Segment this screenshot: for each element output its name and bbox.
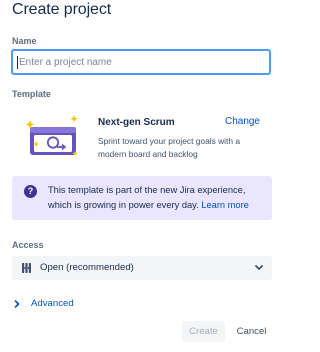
info-message: This template is part of the new Jira ex… [48, 183, 270, 213]
open-lock-icon [22, 263, 31, 273]
text-caret [17, 55, 18, 69]
name-label: Name [12, 36, 37, 46]
cancel-button[interactable]: Cancel [231, 321, 272, 342]
advanced-toggle[interactable]: Advanced [12, 298, 74, 309]
name-field[interactable]: Enter a project name [11, 49, 271, 75]
advanced-label: Advanced [31, 298, 74, 309]
scrum-template-illustration-icon [25, 115, 78, 157]
access-selected-value: Open (recommended) [40, 262, 134, 273]
template-name: Next-gen Scrum [98, 117, 175, 128]
create-project-dialog: Create project Name Enter a project name… [0, 0, 297, 352]
question-circle-icon: ? [24, 185, 37, 198]
template-description: Sprint toward your project goals with a … [98, 136, 240, 159]
name-placeholder: Enter a project name [19, 56, 112, 68]
learn-more-link[interactable]: Learn more [201, 200, 249, 210]
info-banner: ? This template is part of the new Jira … [12, 176, 272, 220]
chevron-down-icon [255, 265, 263, 270]
template-label: Template [12, 89, 51, 99]
change-template-link[interactable]: Change [225, 116, 260, 127]
template-card: Next-gen Scrum Change Sprint toward your… [12, 107, 272, 169]
chevron-right-icon [14, 299, 20, 308]
access-select[interactable]: Open (recommended) [12, 256, 272, 280]
access-label: Access [12, 240, 44, 250]
create-button[interactable]: Create [182, 321, 225, 342]
page-title: Create project [12, 1, 112, 18]
